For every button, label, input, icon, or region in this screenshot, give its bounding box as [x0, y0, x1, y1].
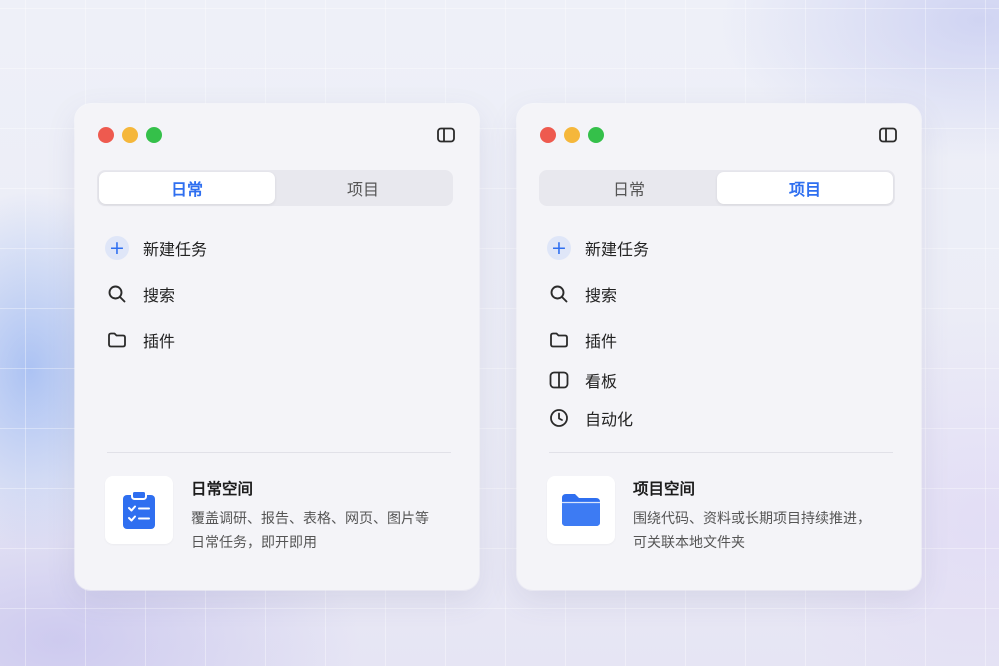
- clock-icon: [547, 406, 571, 430]
- space-desc-line: 覆盖调研、报告、表格、网页、图片等: [191, 511, 429, 527]
- folder-icon: [105, 328, 129, 352]
- project-space-card[interactable]: 项目空间 围绕代码、资料或长期项目持续推进， 可关联本地文件夹: [547, 476, 893, 551]
- tab-daily[interactable]: 日常: [541, 172, 717, 204]
- menu-label: 新建任务: [143, 240, 208, 259]
- space-desc-line: 可关联本地文件夹: [633, 535, 745, 551]
- tab-daily[interactable]: 日常: [99, 172, 275, 204]
- tab-project[interactable]: 项目: [275, 172, 451, 204]
- sidebar-toggle-icon[interactable]: [437, 127, 455, 143]
- traffic-lights: [98, 127, 162, 143]
- menu-search[interactable]: 搜索: [547, 282, 887, 306]
- menu-label: 搜索: [143, 286, 176, 305]
- close-window-button[interactable]: [98, 127, 114, 143]
- menu-board[interactable]: 看板: [547, 368, 887, 392]
- search-icon: [547, 282, 571, 306]
- daily-space-card[interactable]: 日常空间 覆盖调研、报告、表格、网页、图片等 日常任务，即开即用: [105, 476, 451, 551]
- menu-label: 看板: [585, 372, 618, 391]
- menu-automation[interactable]: 自动化: [547, 406, 887, 430]
- zoom-window-button[interactable]: [588, 127, 604, 143]
- minimize-window-button[interactable]: [122, 127, 138, 143]
- daily-window: 日常 项目 + 新建任务 搜索 插件 日常空间 覆盖调研、报告、表格、网页、图片…: [75, 104, 479, 590]
- menu-label: 插件: [143, 332, 176, 351]
- tab-project[interactable]: 项目: [717, 172, 893, 204]
- search-icon: [105, 282, 129, 306]
- project-window: 日常 项目 + 新建任务 搜索 插件 看板 自动化 项目空间 围绕代码、资料或长…: [517, 104, 921, 590]
- menu-plugins[interactable]: 插件: [105, 328, 445, 352]
- divider: [549, 452, 893, 453]
- space-title: 项目空间: [633, 480, 696, 498]
- divider: [107, 452, 451, 453]
- plus-circle-icon: +: [547, 236, 571, 260]
- plus-circle-icon: +: [105, 236, 129, 260]
- sidebar-menu: + 新建任务 搜索 插件 看板 自动化: [547, 230, 887, 430]
- menu-label: 插件: [585, 332, 618, 351]
- mode-segmented-control: 日常 项目: [539, 170, 895, 206]
- mode-segmented-control: 日常 项目: [97, 170, 453, 206]
- zoom-window-button[interactable]: [146, 127, 162, 143]
- sidebar-menu: + 新建任务 搜索 插件: [105, 230, 445, 352]
- menu-new-task[interactable]: + 新建任务: [105, 236, 445, 260]
- menu-search[interactable]: 搜索: [105, 282, 445, 306]
- space-desc-line: 日常任务，即开即用: [191, 535, 317, 551]
- space-description: 覆盖调研、报告、表格、网页、图片等 日常任务，即开即用: [191, 507, 455, 555]
- space-title: 日常空间: [191, 480, 254, 498]
- folder-filled-icon: [562, 494, 600, 526]
- sidebar-toggle-icon[interactable]: [879, 127, 897, 143]
- clipboard-checklist-icon: [123, 490, 155, 529]
- board-icon: [547, 368, 571, 392]
- space-desc-line: 围绕代码、资料或长期项目持续推进，: [633, 511, 871, 527]
- menu-new-task[interactable]: + 新建任务: [547, 236, 887, 260]
- space-icon-box: [547, 476, 615, 544]
- folder-icon: [547, 328, 571, 352]
- menu-label: 搜索: [585, 286, 618, 305]
- menu-plugins[interactable]: 插件: [547, 328, 887, 352]
- space-icon-box: [105, 476, 173, 544]
- space-description: 围绕代码、资料或长期项目持续推进， 可关联本地文件夹: [633, 507, 897, 555]
- minimize-window-button[interactable]: [564, 127, 580, 143]
- menu-label: 自动化: [585, 410, 634, 429]
- traffic-lights: [540, 127, 604, 143]
- menu-label: 新建任务: [585, 240, 650, 259]
- close-window-button[interactable]: [540, 127, 556, 143]
